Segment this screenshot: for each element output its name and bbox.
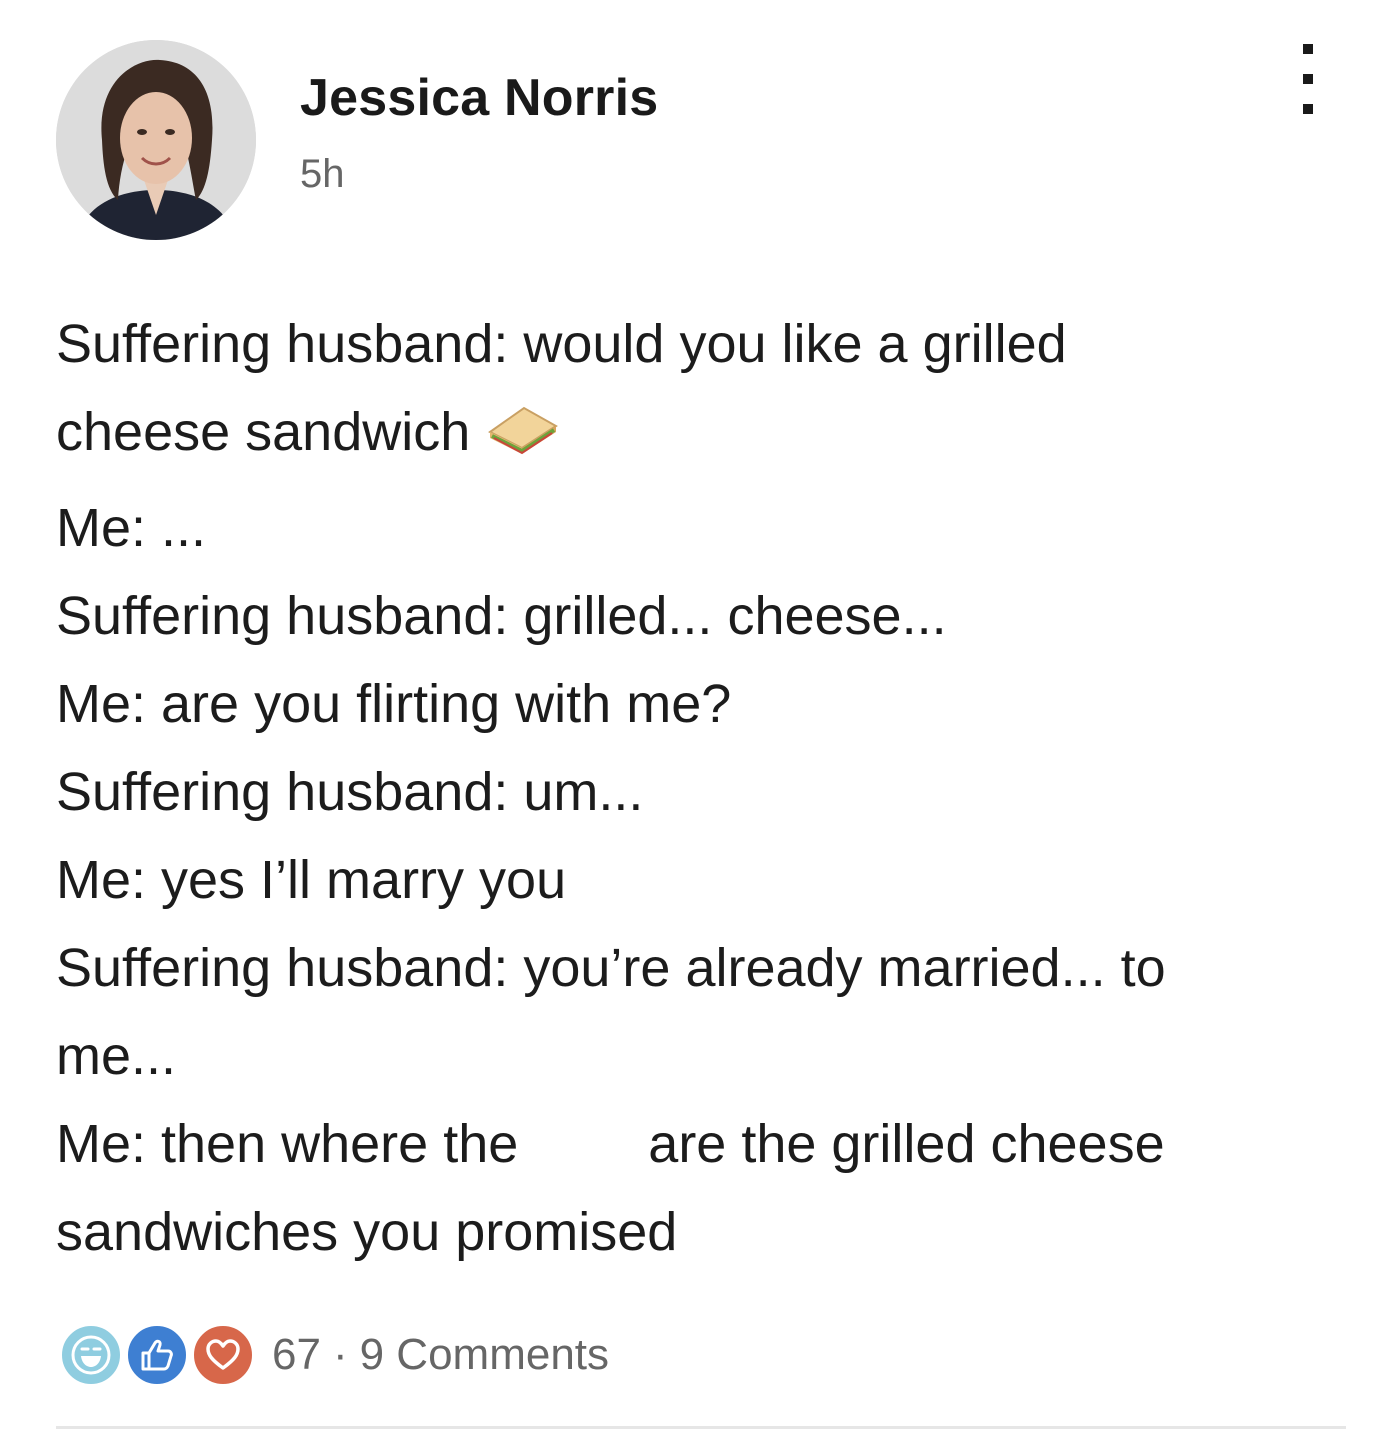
post-line: Me: yes I’ll marry you — [56, 850, 567, 910]
post-line-text: Me: then where the — [56, 1114, 519, 1174]
avatar-photo — [56, 40, 256, 240]
post-header: Jessica Norris 5h — [56, 40, 1346, 244]
post-line: Suffering husband: um... — [56, 762, 644, 822]
post-social-bar: 67 · 9 Comments — [58, 1322, 609, 1388]
engagement-counts: 67 · 9 Comments — [272, 1330, 609, 1380]
more-dot — [1303, 74, 1313, 84]
comments-count-link[interactable]: 9 Comments — [360, 1330, 609, 1379]
author-name[interactable]: Jessica Norris — [300, 68, 658, 128]
post-line: Suffering husband: you’re already marrie… — [56, 938, 1166, 998]
more-dot — [1303, 44, 1313, 54]
post-line: cheese sandwich — [56, 388, 1346, 484]
like-reaction-icon — [124, 1322, 190, 1388]
redacted-word — [518, 1118, 648, 1168]
post-line: Suffering husband: would you like a gril… — [56, 314, 1067, 374]
post-line: me... — [56, 1026, 177, 1086]
post-line-text: cheese sandwich — [56, 402, 471, 462]
funny-reaction-icon — [58, 1322, 124, 1388]
post-line: Suffering husband: grilled... cheese... — [56, 586, 947, 646]
separator-dot: · — [332, 1330, 348, 1379]
sandwich-icon — [486, 396, 560, 484]
more-options-icon[interactable] — [1290, 44, 1326, 114]
post-text: Suffering husband: would you like a gril… — [56, 300, 1346, 1276]
avatar[interactable] — [56, 40, 256, 240]
reaction-icons[interactable] — [58, 1322, 258, 1388]
post-line: Me: then where the are the grilled cheese — [56, 1100, 1346, 1188]
post-line-text: are the grilled cheese — [648, 1114, 1165, 1174]
divider — [56, 1426, 1346, 1429]
post-line: sandwiches you promised — [56, 1202, 678, 1262]
post-line: Me: ... — [56, 498, 207, 558]
reaction-count[interactable]: 67 — [272, 1330, 321, 1379]
post-line: Me: are you flirting with me? — [56, 674, 732, 734]
love-reaction-icon — [190, 1322, 256, 1388]
more-dot — [1303, 104, 1313, 114]
post-timestamp: 5h — [300, 152, 345, 196]
